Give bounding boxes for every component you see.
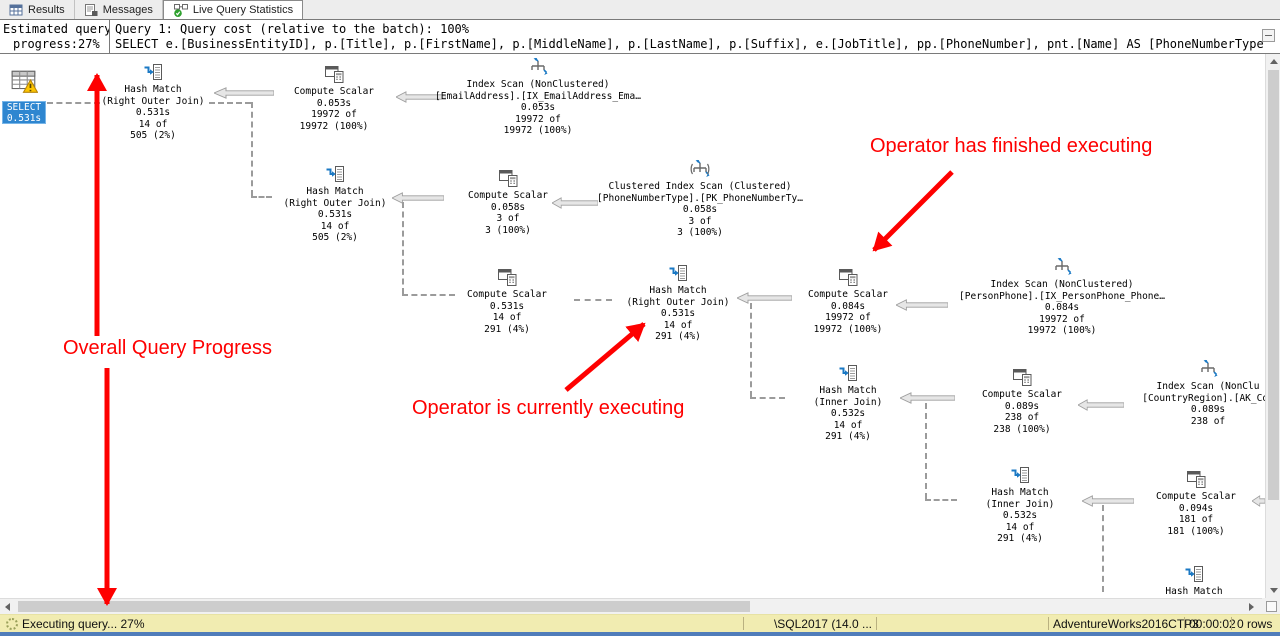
query-header-box: Query 1: Query cost (relative to the bat… xyxy=(110,20,1280,53)
index-scan-icon xyxy=(528,57,548,77)
status-separator xyxy=(1184,617,1185,630)
status-bar: Executing query... 27% \SQL2017 (14.0 ..… xyxy=(0,614,1280,632)
plan-edge-dashed xyxy=(251,196,272,198)
plan-node-compute-scalar-2[interactable]: Compute Scalar 0.058s 3 of 3 (100%) xyxy=(453,168,563,236)
plan-edge-arrow xyxy=(737,292,792,304)
plan-node-compute-scalar-3[interactable]: Compute Scalar 0.531s 14 of 291 (4%) xyxy=(452,267,562,335)
plan-header: Estimated query progress:27% Query 1: Qu… xyxy=(0,19,1280,54)
plan-node-compute-scalar-1[interactable]: Compute Scalar 0.053s 19972 of 19972 (10… xyxy=(279,64,389,132)
executing-spinner-icon xyxy=(6,618,18,630)
select-result-icon xyxy=(10,68,38,94)
hash-match-icon xyxy=(668,263,688,283)
plan-horizontal-scrollbar[interactable] xyxy=(0,598,1262,614)
scroll-down-icon[interactable] xyxy=(1270,588,1278,593)
vertical-scroll-thumb[interactable] xyxy=(1268,70,1279,500)
plan-edge-arrow xyxy=(896,299,948,311)
plan-edge-dashed xyxy=(750,397,785,399)
index-scan-icon xyxy=(1052,257,1072,277)
status-elapsed-time: 00:00:02 xyxy=(1189,617,1236,631)
status-separator xyxy=(743,617,744,630)
hash-match-icon xyxy=(838,363,858,383)
estimated-progress-line2: progress:27% xyxy=(3,37,106,52)
plan-edge-arrow xyxy=(1082,495,1134,507)
plan-vertical-scrollbar[interactable] xyxy=(1265,54,1280,598)
annotation-currently-executing: Operator is currently executing xyxy=(412,396,684,420)
plan-edge-dashed xyxy=(750,303,752,397)
compute-scalar-icon xyxy=(838,267,858,287)
live-query-statistics-icon xyxy=(173,3,188,17)
scroll-left-icon[interactable] xyxy=(5,603,10,611)
results-grid-icon xyxy=(9,3,23,17)
select-time: 0.531s xyxy=(3,113,45,124)
status-server-name: \SQL2017 (14.0 ... xyxy=(746,617,872,631)
plan-node-hash-match-5[interactable]: Hash Match (Inner Join) 0.532s 14 of 291… xyxy=(955,465,1085,545)
hash-match-icon xyxy=(325,164,345,184)
plan-node-index-scan-emailaddress[interactable]: Index Scan (NonClustered) [EmailAddress]… xyxy=(423,57,653,137)
plan-edge-dashed xyxy=(925,499,957,501)
messages-document-icon xyxy=(84,3,98,17)
tab-results-label: Results xyxy=(28,4,65,16)
window-bottom-edge xyxy=(0,632,1280,636)
status-separator xyxy=(876,617,877,630)
plan-edge-dashed xyxy=(1102,505,1104,592)
plan-node-select[interactable]: SELECT 0.531s xyxy=(2,101,46,124)
compute-scalar-icon xyxy=(497,267,517,287)
horizontal-scroll-thumb[interactable] xyxy=(18,601,750,612)
tab-live-query-statistics[interactable]: Live Query Statistics xyxy=(163,0,303,19)
clustered-index-scan-icon xyxy=(690,159,710,179)
status-row-count: 0 rows xyxy=(1237,617,1272,631)
splitter-grip-icon xyxy=(1266,601,1277,612)
compute-scalar-icon xyxy=(324,64,344,84)
plan-edge-dashed xyxy=(402,202,404,294)
plan-node-hash-match-1[interactable]: Hash Match (Right Outer Join) 0.531s 14 … xyxy=(88,62,218,142)
plan-edge-arrow xyxy=(1252,495,1265,507)
results-pane-tabbar: Results Messages Live Query Statistics xyxy=(0,0,1280,19)
plan-edge-dashed xyxy=(251,102,253,196)
scroll-right-icon[interactable] xyxy=(1249,603,1254,611)
hash-match-icon xyxy=(1184,564,1204,584)
plan-node-hash-match-3-currently-executing[interactable]: Hash Match (Right Outer Join) 0.531s 14 … xyxy=(613,263,743,343)
index-scan-icon xyxy=(1198,359,1218,379)
query-text-line: SELECT e.[BusinessEntityID], p.[Title], … xyxy=(115,37,1277,52)
plan-node-index-scan-countryregion[interactable]: Index Scan (NonClu [CountryRegion].[AK_C… xyxy=(1093,359,1280,427)
plan-edge-dashed xyxy=(574,299,612,301)
plan-node-hash-match-4[interactable]: Hash Match (Inner Join) 0.532s 14 of 291… xyxy=(783,363,913,443)
estimated-progress-box: Estimated query progress:27% xyxy=(0,20,110,53)
plan-node-hash-match-6-partial[interactable]: Hash Match xyxy=(1129,564,1259,598)
collapse-query-button[interactable] xyxy=(1262,29,1275,42)
plan-node-compute-scalar-6[interactable]: Compute Scalar 0.094s 181 of 181 (100%) xyxy=(1141,469,1251,537)
plan-edge-dashed xyxy=(925,403,927,499)
compute-scalar-icon xyxy=(1012,367,1032,387)
live-query-statistics-pane: Results Messages Live Query Statistics E… xyxy=(0,0,1280,636)
plan-edge-arrow xyxy=(214,87,274,99)
plan-node-compute-scalar-5[interactable]: Compute Scalar 0.089s 238 of 238 (100%) xyxy=(967,367,1077,435)
compute-scalar-icon xyxy=(1186,469,1206,489)
status-separator xyxy=(1231,617,1232,630)
plan-node-index-scan-personphone[interactable]: Index Scan (NonClustered) [PersonPhone].… xyxy=(947,257,1177,337)
select-label: SELECT xyxy=(3,102,45,113)
tab-results[interactable]: Results xyxy=(0,0,75,19)
hash-match-icon xyxy=(143,62,163,82)
plan-node-clustered-index-scan[interactable]: Clustered Index Scan (Clustered) [PhoneN… xyxy=(585,159,815,239)
plan-node-compute-scalar-4-finished[interactable]: Compute Scalar 0.084s 19972 of 19972 (10… xyxy=(793,267,903,335)
tab-lqs-label: Live Query Statistics xyxy=(193,4,293,16)
plan-edge-dashed xyxy=(402,294,455,296)
scrollbar-corner-button[interactable] xyxy=(1262,598,1280,614)
estimated-progress-line1: Estimated query xyxy=(3,22,106,37)
query-cost-line: Query 1: Query cost (relative to the bat… xyxy=(115,22,1277,37)
compute-scalar-icon xyxy=(498,168,518,188)
hash-match-icon xyxy=(1010,465,1030,485)
tab-messages-label: Messages xyxy=(103,4,153,16)
tab-messages[interactable]: Messages xyxy=(75,0,163,19)
status-executing-text: Executing query... 27% xyxy=(22,617,145,631)
plan-node-hash-match-2[interactable]: Hash Match (Right Outer Join) 0.531s 14 … xyxy=(270,164,400,244)
scroll-up-icon[interactable] xyxy=(1270,59,1278,64)
annotation-finished-executing: Operator has finished executing xyxy=(870,134,1152,158)
status-database-name: AdventureWorks2016CTP3 xyxy=(1053,617,1199,631)
status-separator xyxy=(1048,617,1049,630)
annotation-overall-progress: Overall Query Progress xyxy=(63,336,272,360)
